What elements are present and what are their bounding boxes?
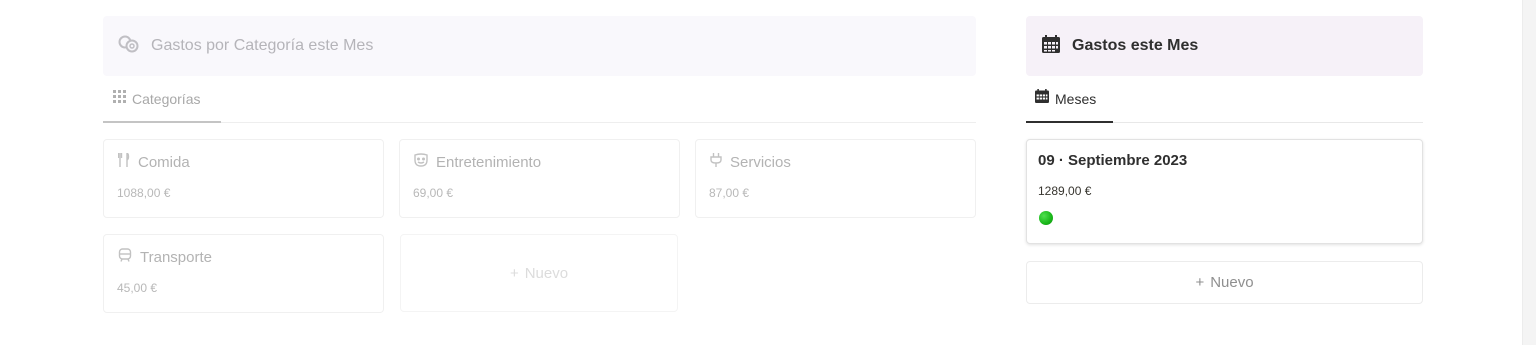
category-callout: Gastos por Categoría este Mes	[103, 16, 976, 76]
category-amount: 87,00 €	[709, 186, 750, 200]
calendar-icon	[1042, 34, 1060, 58]
category-name: Comida	[138, 153, 190, 171]
plug-icon	[710, 153, 722, 171]
category-amount: 69,00 €	[413, 186, 454, 200]
month-card-septiembre[interactable]: 09 · Septiembre 2023 1289,00 €	[1026, 139, 1423, 244]
plus-icon: +	[509, 264, 519, 282]
fork-knife-icon	[117, 151, 130, 171]
tab-categorias[interactable]: Categorías	[103, 76, 221, 123]
monthly-callout: Gastos este Mes	[1026, 16, 1423, 76]
new-category-button[interactable]: + Nuevo	[400, 234, 678, 312]
category-card-transporte[interactable]: Transporte 45,00 €	[103, 234, 384, 313]
category-expenses-section: Gastos por Categoría este Mes Categorías	[103, 16, 976, 313]
category-name: Servicios	[730, 153, 791, 171]
category-card-comida[interactable]: Comida 1088,00 €	[103, 139, 384, 218]
category-amount: 1088,00 €	[117, 186, 171, 200]
category-amount: 45,00 €	[117, 281, 158, 295]
new-month-button[interactable]: + Nuevo	[1026, 261, 1423, 304]
month-tabs: Meses	[1026, 76, 1423, 123]
monthly-callout-title: Gastos este Mes	[1072, 37, 1199, 54]
bus-icon	[118, 248, 132, 266]
monthly-expenses-section: Gastos este Mes Meses 09 · Septiembre 20…	[1026, 16, 1423, 304]
new-label: Nuevo	[1210, 274, 1254, 291]
calendar-icon	[1035, 89, 1049, 108]
tab-label: Categorías	[132, 90, 201, 107]
coins-icon	[117, 34, 141, 59]
tab-meses[interactable]: Meses	[1026, 76, 1113, 123]
category-callout-title: Gastos por Categoría este Mes	[151, 37, 374, 54]
scrollbar[interactable]	[1522, 0, 1536, 345]
category-name: Entretenimiento	[436, 153, 542, 171]
theater-mask-icon	[414, 153, 428, 171]
new-label: Nuevo	[524, 264, 569, 282]
grid-icon	[113, 89, 126, 108]
category-card-entretenimiento[interactable]: Entretenimiento 69,00 €	[399, 139, 680, 218]
tab-label: Meses	[1055, 90, 1097, 107]
category-tabs: Categorías	[103, 76, 976, 123]
month-amount: 1289,00 €	[1038, 184, 1092, 198]
status-dot	[1039, 211, 1053, 225]
month-name: 09 · Septiembre 2023	[1038, 152, 1188, 169]
category-name: Transporte	[140, 248, 212, 266]
category-card-servicios[interactable]: Servicios 87,00 €	[695, 139, 976, 218]
plus-icon: +	[1195, 274, 1205, 291]
